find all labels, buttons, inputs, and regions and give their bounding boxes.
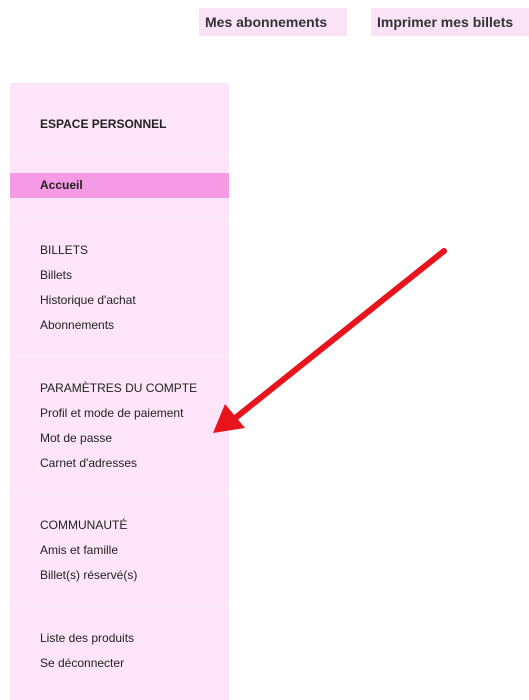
divider (10, 153, 229, 154)
sidebar-item-accueil[interactable]: Accueil (10, 173, 229, 198)
sidebar-item-reserved-tickets[interactable]: Billet(s) réservé(s) (40, 568, 137, 582)
sidebar-item-billets[interactable]: Billets (40, 268, 72, 282)
sidebar-header: ESPACE PERSONNEL (40, 117, 167, 131)
group-title-billets: BILLETS (40, 243, 89, 257)
divider (10, 493, 229, 494)
sidebar-item-address-book[interactable]: Carnet d'adresses (40, 456, 137, 470)
divider (10, 218, 229, 219)
sidebar-item-subscriptions[interactable]: Abonnements (40, 318, 114, 332)
group-title-community: COMMUNAUTÉ (40, 518, 128, 532)
sidebar-item-friends-family[interactable]: Amis et famille (40, 543, 118, 557)
sidebar-item-purchase-history[interactable]: Historique d'achat (40, 293, 136, 307)
sidebar-item-password[interactable]: Mot de passe (40, 431, 112, 445)
personal-space-sidebar: ESPACE PERSONNEL Accueil BILLETS Billets… (10, 83, 229, 700)
sidebar-item-label: Accueil (40, 178, 83, 192)
sidebar-item-profile-payment[interactable]: Profil et mode de paiement (40, 406, 183, 420)
print-tickets-button[interactable]: Imprimer mes billets (371, 8, 529, 36)
group-title-account-settings: PARAMÈTRES DU COMPTE (40, 381, 198, 395)
sidebar-item-product-list[interactable]: Liste des produits (40, 631, 134, 645)
sidebar-item-logout[interactable]: Se déconnecter (40, 656, 124, 670)
my-subscriptions-button[interactable]: Mes abonnements (199, 8, 347, 36)
divider (10, 355, 229, 356)
divider (10, 605, 229, 606)
